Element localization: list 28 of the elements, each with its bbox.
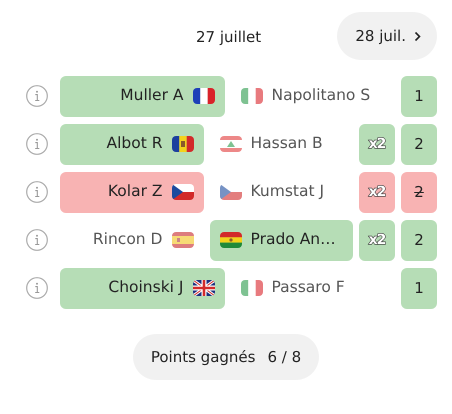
player-name: Rincon D xyxy=(92,229,162,250)
points-badge: 2 xyxy=(401,124,437,164)
info-icon[interactable] xyxy=(26,85,48,107)
summary-value: 6 / 8 xyxy=(267,346,302,368)
next-date-button[interactable]: 28 juil. xyxy=(337,12,437,60)
pick-box[interactable]: Albot R xyxy=(60,124,204,164)
pick-box[interactable]: Kolar Z xyxy=(60,172,204,212)
player-name: Hassan B xyxy=(250,133,323,154)
summary-label: Points gagnés xyxy=(150,346,256,368)
player-name: Kumstat J xyxy=(250,181,324,202)
multiplier-badge: x2 xyxy=(359,124,395,164)
points-badge: 1 xyxy=(401,268,437,308)
multiplier-badge: x2 xyxy=(359,172,395,212)
info-icon[interactable] xyxy=(26,133,48,155)
player-name: Passaro F xyxy=(272,277,345,298)
chevron-right-icon xyxy=(414,30,421,42)
info-icon[interactable] xyxy=(26,181,48,203)
pick-box[interactable]: Muller A xyxy=(60,76,224,116)
info-icon[interactable] xyxy=(26,277,48,299)
points-badge: 2 xyxy=(401,220,437,260)
points-badge: 1 xyxy=(401,76,437,116)
date-label: 27 juillet xyxy=(196,27,262,48)
player-name: Napolitano S xyxy=(272,85,370,106)
pick-box[interactable]: Prado An… xyxy=(210,220,353,260)
points-badge: 2 xyxy=(401,172,437,212)
pick-box[interactable]: Choinski J xyxy=(60,268,224,308)
info-icon[interactable] xyxy=(26,229,48,251)
multiplier-badge: x2 xyxy=(359,220,395,260)
